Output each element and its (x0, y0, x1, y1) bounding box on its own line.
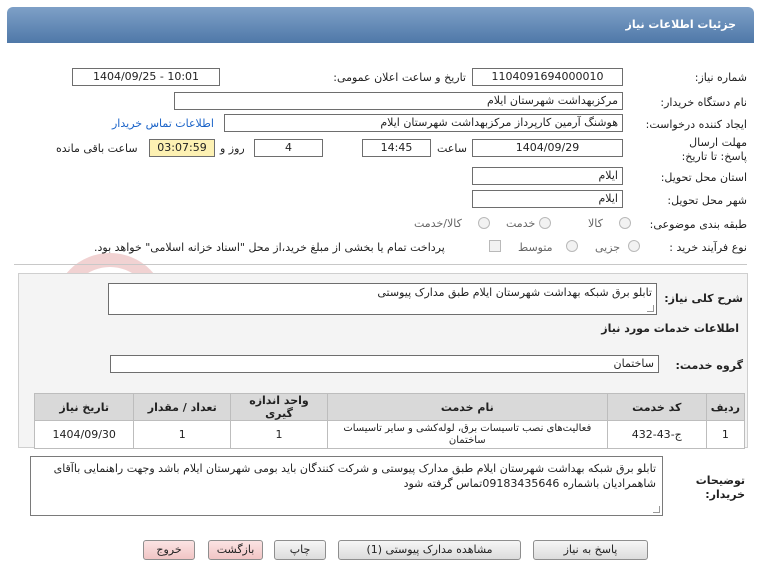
deadline-time-field: 14:45 (362, 139, 431, 157)
cell-service-name: فعالیت‌های نصب تاسیسات برق، لوله‌کشی و س… (326, 420, 608, 449)
requester-field: هوشنگ آرمین کارپرداز مرکزبهداشت شهرستان … (224, 114, 623, 132)
cell-need-date: 1404/09/30 (33, 420, 135, 449)
category-option-goods-service: کالا/خدمت (414, 217, 462, 230)
cell-row: 1 (705, 420, 746, 449)
announce-date-label: تاریخ و ساعت اعلان عمومی: (333, 71, 466, 84)
print-button[interactable]: چاپ (274, 540, 326, 560)
process-radio-minor[interactable] (628, 240, 640, 252)
resize-grip-icon[interactable] (653, 506, 660, 513)
deadline-label: مهلت ارسال پاسخ: تا تاریخ: (681, 136, 747, 163)
payment-note: پرداخت تمام یا بخشی از مبلغ خرید،از محل … (94, 241, 445, 254)
cell-service-code: ج-43-432 (606, 420, 707, 449)
summary-text: تابلو برق شبکه بهداشت شهرستان ایلام طبق … (377, 286, 652, 299)
services-section-title: اطلاعات خدمات مورد نیاز (601, 322, 739, 335)
treasury-checkbox[interactable] (489, 240, 501, 252)
service-group-label: گروه خدمت: (675, 359, 743, 372)
process-radio-medium[interactable] (566, 240, 578, 252)
col-row: ردیف (705, 393, 746, 421)
city-field: ایلام (472, 190, 623, 208)
col-service-name: نام خدمت (326, 393, 608, 421)
buyer-org-field: مرکزبهداشت شهرستان ایلام (174, 92, 623, 110)
exit-button[interactable]: خروج (143, 540, 195, 560)
buyer-org-label: نام دستگاه خریدار: (660, 96, 747, 109)
remaining-time-field: 03:07:59 (149, 139, 215, 157)
days-remaining-field: 4 (254, 139, 323, 157)
summary-label: شرح کلی نیاز: (664, 292, 743, 305)
need-number-field: 1104091694000010 (472, 68, 623, 86)
deadline-time-label: ساعت (437, 142, 467, 155)
service-group-field: ساختمان (110, 355, 659, 373)
category-radio-service[interactable] (539, 217, 551, 229)
process-label: نوع فرآیند خرید : (669, 241, 747, 254)
page-title: جزئیات اطلاعات نیاز (625, 18, 737, 31)
category-radio-goods-service[interactable] (478, 217, 490, 229)
city-label: شهر محل تحویل: (667, 194, 747, 207)
days-label: روز و (220, 142, 245, 155)
table-row: 1 ج-43-432 فعالیت‌های نصب تاسیسات برق، ل… (33, 420, 746, 449)
title-bar: جزئیات اطلاعات نیاز (7, 7, 754, 43)
table-header-row: ردیف کد خدمت نام خدمت واحد اندازه گیری ت… (33, 393, 746, 421)
cell-unit: 1 (230, 420, 328, 449)
province-field: ایلام (472, 167, 623, 185)
buyer-contact-link[interactable]: اطلاعات تماس خریدار (112, 117, 214, 130)
buyer-notes-field: تابلو برق شبکه بهداشت شهرستان ایلام طبق … (30, 456, 663, 516)
cell-quantity: 1 (133, 420, 232, 449)
resize-grip-icon[interactable] (647, 305, 654, 312)
col-quantity: تعداد / مقدار (133, 393, 232, 421)
col-need-date: تاریخ نیاز (33, 393, 135, 421)
view-attachments-button[interactable]: مشاهده مدارک پیوستی (1) (338, 540, 521, 560)
category-radio-goods[interactable] (619, 217, 631, 229)
deadline-date-field: 1404/09/29 (472, 139, 623, 157)
process-option-medium: متوسط (518, 241, 553, 254)
reply-button[interactable]: پاسخ به نیاز (533, 540, 648, 560)
announce-date-field: 1404/09/25 - 10:01 (72, 68, 220, 86)
buyer-notes-label: توضیحات خریدار: (695, 474, 745, 501)
col-service-code: کد خدمت (606, 393, 707, 421)
category-label: طبقه بندی موضوعی: (649, 218, 747, 231)
requester-label: ایجاد کننده درخواست: (645, 118, 747, 131)
services-table: ردیف کد خدمت نام خدمت واحد اندازه گیری ت… (33, 393, 746, 449)
col-unit: واحد اندازه گیری (230, 393, 328, 421)
buyer-notes-text: تابلو برق شبکه بهداشت شهرستان ایلام طبق … (53, 462, 656, 490)
category-option-goods: کالا (588, 217, 603, 230)
province-label: استان محل تحویل: (660, 171, 747, 184)
divider (14, 264, 747, 265)
remaining-time-label: ساعت باقی مانده (56, 142, 138, 155)
summary-field: تابلو برق شبکه بهداشت شهرستان ایلام طبق … (108, 283, 657, 315)
need-number-label: شماره نیاز: (694, 71, 747, 84)
category-option-service: خدمت (506, 217, 536, 230)
back-button[interactable]: بازگشت (208, 540, 263, 560)
process-option-minor: جزیی (595, 241, 621, 254)
